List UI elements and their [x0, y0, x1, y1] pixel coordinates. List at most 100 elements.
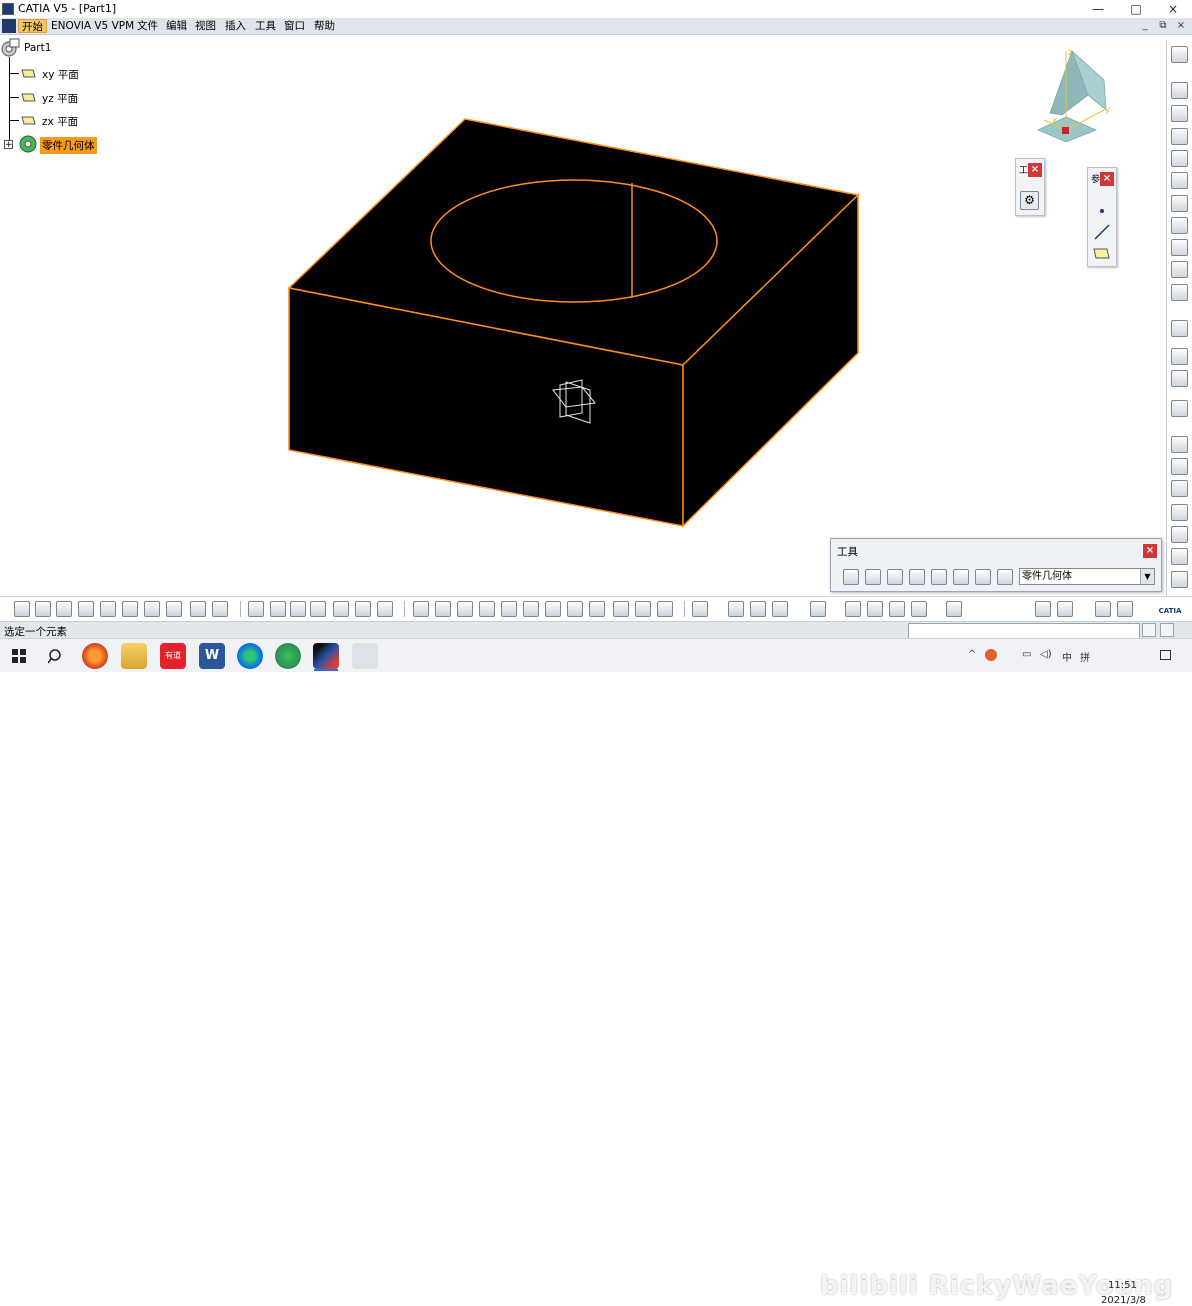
clock-date[interactable]: 2021/3/8	[1101, 1295, 1146, 1306]
comment-icon[interactable]	[270, 601, 286, 617]
3d-viewport[interactable]: z y x	[0, 35, 1166, 595]
solid-icon[interactable]	[1171, 239, 1188, 256]
grid-snap-icon[interactable]	[909, 569, 925, 585]
swap-space-icon[interactable]	[657, 601, 673, 617]
mdi-minimize-button[interactable]: _	[1138, 19, 1152, 33]
scene-icon[interactable]	[946, 601, 962, 617]
body-gear-icon[interactable]	[18, 134, 38, 154]
properties-icon[interactable]	[1095, 601, 1111, 617]
shaft-icon[interactable]	[1171, 128, 1188, 145]
rib-icon[interactable]	[1171, 195, 1188, 212]
compass-handle[interactable]	[1062, 127, 1069, 134]
network-icon[interactable]: ▭	[1022, 649, 1031, 660]
menu-window[interactable]: 窗口	[281, 19, 308, 33]
sketch-analysis-icon[interactable]	[692, 601, 708, 617]
wechat-icon[interactable]	[275, 643, 301, 669]
list-icon[interactable]	[975, 569, 991, 585]
menu-enovia[interactable]: ENOVIA V5 VPM	[48, 19, 137, 33]
axis-icon[interactable]	[887, 569, 903, 585]
normal-view-icon[interactable]	[545, 601, 561, 617]
clock-time[interactable]: 11:51	[1108, 1280, 1137, 1291]
stiffener-icon[interactable]	[1171, 261, 1188, 278]
fly-mode-icon[interactable]	[413, 601, 429, 617]
apply-material-icon[interactable]	[845, 601, 861, 617]
hide-show-icon[interactable]	[635, 601, 651, 617]
hand-icon[interactable]	[865, 569, 881, 585]
camera-icon[interactable]	[810, 601, 826, 617]
catalog-icon[interactable]	[355, 601, 371, 617]
menu-insert[interactable]: 插入	[222, 19, 249, 33]
tree-item-part-body[interactable]: 零件几何体	[40, 137, 97, 154]
save-icon[interactable]	[56, 601, 72, 617]
texture-icon[interactable]	[889, 601, 905, 617]
windows-start-icon[interactable]	[12, 649, 26, 663]
command-input[interactable]	[908, 623, 1140, 639]
expand-icon[interactable]: +	[4, 140, 13, 150]
tree-item-yz-plane[interactable]: yz 平面	[42, 91, 78, 106]
shading-icon[interactable]	[613, 601, 629, 617]
notification-icon[interactable]	[1160, 650, 1171, 660]
remove-icon[interactable]	[1171, 480, 1188, 497]
zoom-in-icon[interactable]	[501, 601, 517, 617]
menu-file[interactable]: 文件	[134, 19, 161, 33]
layer-icon[interactable]	[911, 601, 927, 617]
tools-panel-close-button[interactable]: ×	[1143, 544, 1157, 558]
mdi-close-button[interactable]: ×	[1174, 19, 1188, 33]
graphic-properties-icon[interactable]	[1117, 601, 1133, 617]
chevron-down-icon[interactable]: ▼	[1140, 569, 1154, 584]
compass-icon[interactable]: z y x	[1037, 48, 1111, 143]
measure-inertia-icon[interactable]	[750, 601, 766, 617]
search-icon[interactable]	[48, 648, 64, 664]
floating-toolbar-2-close-button[interactable]: ×	[1100, 172, 1114, 186]
stop-icon[interactable]	[1160, 623, 1174, 637]
open-icon[interactable]	[35, 601, 51, 617]
zoom-out-icon[interactable]	[523, 601, 539, 617]
app-menu-icon[interactable]	[2, 19, 16, 33]
mdi-restore-button[interactable]: ⧉	[1156, 19, 1170, 33]
maximize-button[interactable]: □	[1118, 0, 1154, 18]
hole-icon[interactable]	[1171, 172, 1188, 189]
whats-this-icon[interactable]	[212, 601, 228, 617]
transform-icon[interactable]	[1171, 400, 1188, 417]
multi-view-icon[interactable]	[567, 601, 583, 617]
new-icon[interactable]	[14, 601, 30, 617]
pad-icon[interactable]	[1171, 82, 1188, 99]
youdao-icon[interactable]: 有道	[160, 643, 186, 669]
printer-app-icon[interactable]	[352, 643, 378, 669]
axis-system-icon[interactable]	[1171, 548, 1188, 565]
copy-icon[interactable]	[122, 601, 138, 617]
paste-icon[interactable]	[144, 601, 160, 617]
geometry-icon[interactable]	[931, 569, 947, 585]
tray-chevron-up-icon[interactable]: ^	[968, 649, 976, 660]
word-icon[interactable]: W	[199, 643, 225, 669]
cut-icon[interactable]	[100, 601, 116, 617]
scan-icon[interactable]	[953, 569, 969, 585]
floating-toolbar-1-close-button[interactable]: ×	[1028, 163, 1042, 177]
bottle-icon[interactable]	[772, 601, 788, 617]
fit-all-icon[interactable]	[435, 601, 451, 617]
catia-taskbar-icon[interactable]	[313, 643, 339, 669]
menu-start[interactable]: 开始	[18, 19, 47, 33]
menu-help[interactable]: 帮助	[311, 19, 338, 33]
pocket-icon[interactable]	[1171, 105, 1188, 122]
iso-view-icon[interactable]	[589, 601, 605, 617]
power-input-icon[interactable]	[1142, 623, 1156, 637]
sketcher-icon[interactable]	[1171, 46, 1188, 63]
material-icon[interactable]	[1171, 571, 1188, 588]
union-trim-icon[interactable]	[1171, 526, 1188, 543]
close-button[interactable]: ×	[1155, 0, 1191, 18]
edge-icon[interactable]	[237, 643, 263, 669]
analysis-icon[interactable]	[377, 601, 393, 617]
tree-root-part1[interactable]: Part1	[24, 42, 51, 54]
pan-icon[interactable]	[457, 601, 473, 617]
window-tile-icon[interactable]	[1057, 601, 1073, 617]
window-split-icon[interactable]	[1035, 601, 1051, 617]
part-gear-icon[interactable]	[0, 38, 20, 58]
plane-icon[interactable]	[1093, 246, 1111, 260]
input-method-icon[interactable]: 中	[1062, 649, 1072, 664]
menu-view[interactable]: 视图	[192, 19, 219, 33]
current-body-select[interactable]: 零件几何体 ▼	[1019, 568, 1155, 585]
print-icon[interactable]	[78, 601, 94, 617]
line-icon[interactable]	[1093, 223, 1111, 241]
knowledge-icon[interactable]	[290, 601, 306, 617]
